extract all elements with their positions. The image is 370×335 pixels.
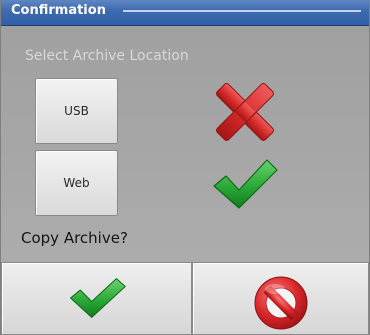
web-location-label: Web (63, 176, 90, 190)
cancel-icon (254, 276, 307, 330)
confirmation-dialog: Confirmation Select Archive Location USB… (0, 0, 370, 335)
confirm-button[interactable] (1, 262, 192, 335)
green-check-icon (69, 278, 126, 318)
usb-location-label: USB (64, 104, 89, 118)
dialog-title: Confirmation (11, 3, 106, 18)
cancel-button[interactable] (192, 262, 369, 335)
archive-location-label: Select Archive Location (25, 48, 189, 64)
web-location-button[interactable]: Web (35, 150, 118, 216)
title-divider (123, 10, 361, 12)
usb-location-button[interactable]: USB (35, 78, 118, 144)
green-check-icon (213, 159, 278, 209)
title-bar: Confirmation (1, 0, 369, 26)
red-x-icon (216, 83, 274, 141)
copy-archive-question: Copy Archive? (21, 229, 128, 247)
